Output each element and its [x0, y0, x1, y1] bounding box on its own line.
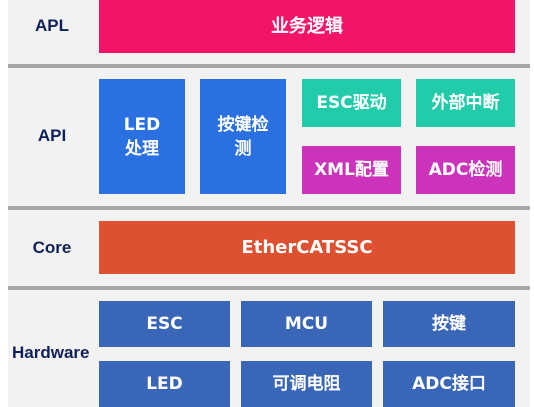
- esc-driver-box: ESC驱动: [302, 79, 401, 127]
- ethercat-ssc-box: EtherCATSSC: [99, 221, 515, 274]
- hw-esc-cell: ESC: [99, 301, 230, 347]
- hw-adc-interface-cell: ADC接口: [383, 361, 515, 407]
- core-layer-label: Core: [32, 238, 72, 257]
- api-layer-label: API: [37, 126, 67, 145]
- led-processing-box: LED 处理: [99, 79, 185, 194]
- led-processing-line1: LED: [123, 114, 161, 135]
- hw-key-cell: 按键: [383, 301, 515, 347]
- hw-led-cell: LED: [99, 361, 230, 407]
- led-processing-line2: 处理: [125, 138, 159, 159]
- key-detection-line2: 测: [234, 138, 252, 159]
- hw-potentiometer-cell: 可调电阻: [241, 361, 372, 407]
- key-detection-box: 按键检 测: [200, 79, 286, 194]
- xml-config-box: XML配置: [302, 146, 401, 194]
- adc-detection-box: ADC检测: [416, 146, 515, 194]
- apl-layer-label: APL: [35, 16, 69, 35]
- key-detection-line1: 按键检: [217, 114, 269, 135]
- business-logic-box: 业务逻辑: [99, 0, 515, 53]
- external-interrupt-box: 外部中断: [416, 79, 515, 127]
- hardware-layer-label: Hardware: [12, 343, 90, 362]
- hw-mcu-cell: MCU: [241, 301, 372, 347]
